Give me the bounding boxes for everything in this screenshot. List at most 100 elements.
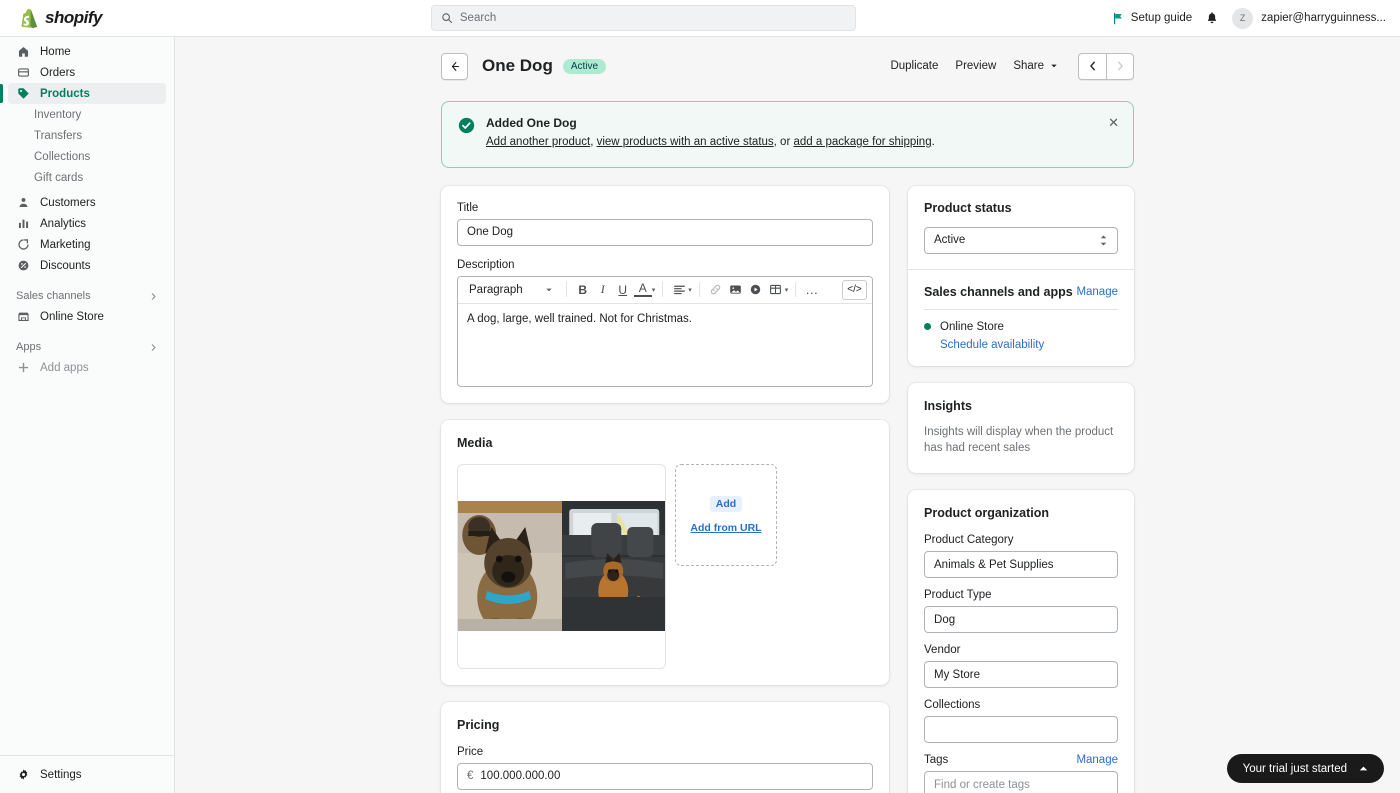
trial-status-button[interactable]: Your trial just started — [1226, 754, 1384, 783]
add-media-button[interactable]: Add — [709, 495, 743, 512]
pricing-title: Pricing — [457, 717, 500, 732]
bold-button[interactable]: B — [574, 280, 592, 300]
sidebar-section-sales-channels[interactable]: Sales channels — [16, 286, 158, 306]
table-chevron-down-icon[interactable]: ▾ — [785, 286, 789, 294]
main-content: One Dog Active Duplicate Preview Share A… — [175, 37, 1400, 793]
insert-video-button[interactable] — [747, 280, 765, 300]
manage-tags-link[interactable]: Manage — [1076, 754, 1118, 766]
block-format-select[interactable]: Paragraph — [463, 279, 559, 300]
media-thumbnail-tile[interactable] — [457, 463, 666, 669]
align-button[interactable] — [670, 280, 688, 300]
sidebar-item-label: Customers — [40, 196, 96, 209]
product-status-card: Product status Active Sales channels and… — [908, 185, 1134, 366]
sidebar-section-apps[interactable]: Apps — [16, 337, 158, 357]
media-dropzone[interactable]: Add Add from URL — [675, 463, 777, 566]
link-button[interactable] — [707, 280, 725, 300]
editor-toolbar: Paragraph B I U A ▾ ▾ ▾ … </> — [458, 276, 873, 304]
notifications-button[interactable] — [1205, 11, 1219, 25]
search-input[interactable]: Search — [430, 5, 856, 31]
previous-product-button[interactable] — [1078, 52, 1106, 80]
banner-period: . — [931, 136, 935, 148]
sidebar-item-home[interactable]: Home — [8, 41, 166, 62]
setup-guide-button[interactable]: Setup guide — [1112, 12, 1192, 25]
align-chevron-down-icon[interactable]: ▾ — [688, 286, 692, 294]
sidebar-item-label: Online Store — [40, 310, 104, 323]
description-editor: Paragraph B I U A ▾ ▾ ▾ … </> A dog, lar… — [457, 275, 874, 387]
manage-sales-channels-link[interactable]: Manage — [1076, 286, 1118, 298]
add-package-shipping-link[interactable]: add a package for shipping — [793, 136, 931, 148]
italic-button[interactable]: I — [594, 280, 612, 300]
plus-icon — [16, 361, 30, 375]
chevron-down-icon — [546, 288, 552, 292]
price-input[interactable]: € 100.000.000.00 — [457, 762, 874, 790]
banner-body: Add another product, view products with … — [486, 134, 935, 151]
sidebar-item-settings[interactable]: Settings — [0, 755, 175, 793]
product-type-input[interactable]: Dog — [924, 606, 1118, 634]
back-button[interactable] — [441, 52, 468, 80]
duplicate-button[interactable]: Duplicate — [890, 60, 938, 72]
sidebar-item-transfers[interactable]: Transfers — [0, 125, 174, 146]
sidebar-item-label: Discounts — [40, 259, 91, 272]
sidebar-item-discounts[interactable]: Discounts — [8, 255, 166, 276]
marketing-icon — [16, 238, 30, 252]
sidebar-item-orders[interactable]: Orders — [8, 62, 166, 83]
next-product-button[interactable] — [1106, 52, 1134, 80]
close-icon[interactable]: ✕ — [1108, 115, 1119, 131]
insert-table-button[interactable] — [767, 280, 785, 300]
sidebar-item-customers[interactable]: Customers — [8, 192, 166, 213]
view-active-products-link[interactable]: view products with an active status — [597, 136, 774, 148]
block-format-value: Paragraph — [469, 283, 523, 296]
sidebar-item-marketing[interactable]: Marketing — [8, 234, 166, 255]
store-icon — [16, 310, 30, 324]
shopify-logo[interactable]: shopify — [0, 8, 175, 28]
sidebar-item-collections[interactable]: Collections — [0, 146, 174, 167]
chevron-right-icon — [149, 343, 158, 352]
sidebar-item-gift-cards[interactable]: Gift cards — [0, 167, 174, 188]
product-category-input[interactable]: Animals & Pet Supplies — [924, 551, 1118, 579]
vendor-input[interactable]: My Store — [924, 661, 1118, 689]
preview-button[interactable]: Preview — [955, 60, 996, 72]
collections-input[interactable] — [924, 716, 1118, 744]
share-button[interactable]: Share — [1013, 60, 1058, 72]
schedule-availability-link[interactable]: Schedule availability — [940, 339, 1118, 351]
text-color-button[interactable]: A — [633, 282, 652, 298]
setup-guide-label: Setup guide — [1130, 12, 1193, 24]
currency-symbol: € — [467, 770, 474, 783]
share-label: Share — [1013, 60, 1044, 72]
add-another-product-link[interactable]: Add another product — [486, 136, 590, 148]
product-photo-dog-in-car[interactable] — [561, 501, 665, 632]
chevron-left-icon — [1089, 61, 1095, 71]
shopify-bag-icon — [21, 8, 38, 28]
tags-input[interactable]: Find or create tags — [924, 771, 1118, 793]
media-card: Media Add Add from URL — [441, 419, 890, 685]
insert-image-button[interactable] — [727, 280, 745, 300]
sidebar-item-analytics[interactable]: Analytics — [8, 213, 166, 234]
price-value: 100.000.000.00 — [480, 770, 561, 783]
chevron-right-icon — [149, 292, 158, 301]
more-options-button[interactable]: … — [803, 280, 821, 300]
sales-channel-row: Online Store — [924, 321, 1118, 333]
sidebar-item-label: Add apps — [40, 361, 89, 374]
underline-button[interactable]: U — [614, 280, 632, 300]
product-category-label: Product Category — [924, 534, 1014, 547]
sidebar-item-online-store[interactable]: Online Store — [8, 306, 166, 327]
text-color-chevron-down-icon[interactable]: ▾ — [652, 286, 656, 294]
product-title-input[interactable]: One Dog — [457, 218, 874, 246]
product-photo-puppy-closeup[interactable] — [458, 501, 562, 632]
sidebar-item-products[interactable]: Products — [0, 83, 166, 104]
user-menu[interactable]: Z zapier@harryguinness... — [1232, 7, 1386, 29]
product-status-select[interactable]: Active — [924, 226, 1118, 254]
pricing-card: Pricing Price € 100.000.000.00 — [441, 701, 890, 793]
sidebar-item-add-apps[interactable]: Add apps — [8, 357, 166, 378]
add-from-url-link[interactable]: Add from URL — [690, 522, 761, 534]
sidebar-item-label: Products — [40, 87, 90, 100]
banner-sep-2: , or — [773, 136, 794, 148]
settings-label: Settings — [40, 768, 82, 781]
sidebar-item-label: Analytics — [40, 217, 87, 230]
sidebar-subitem-label: Inventory — [34, 108, 82, 121]
description-input[interactable]: A dog, large, well trained. Not for Chri… — [458, 304, 872, 386]
sidebar-item-inventory[interactable]: Inventory — [0, 104, 174, 125]
show-html-button[interactable]: </> — [842, 279, 868, 300]
link-icon — [711, 284, 721, 295]
vendor-label: Vendor — [924, 644, 961, 657]
